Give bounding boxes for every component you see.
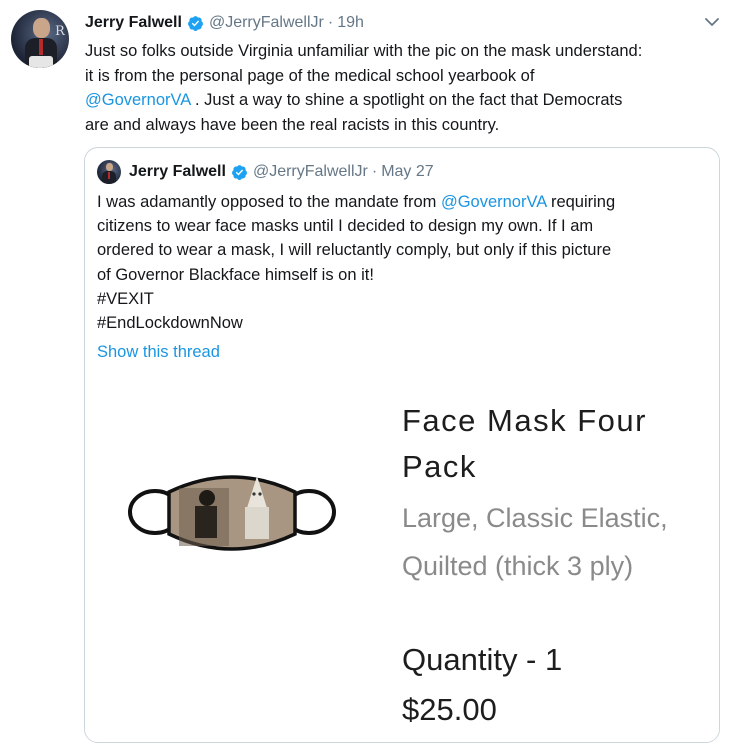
- quoted-mention-link: @GovernorVA: [440, 193, 547, 211]
- verified-badge-icon: [232, 164, 247, 180]
- tweet-timestamp[interactable]: 19h: [337, 14, 364, 32]
- quoted-tweet-card[interactable]: Jerry Falwell @JerryFalwellJr · May 27 I…: [84, 147, 720, 743]
- verified-badge-icon: [188, 15, 203, 31]
- chevron-down-icon[interactable]: [700, 10, 724, 34]
- product-image[interactable]: Face Mask Four Pack Large, Classic Elast…: [85, 374, 719, 742]
- avatar-tie: [39, 39, 43, 55]
- tweet-header: Jerry Falwell @JerryFalwellJr · 19h: [85, 12, 364, 34]
- quoted-tweet-date: May 27: [381, 163, 434, 180]
- quoted-tweet-header: Jerry Falwell @JerryFalwellJr · May 27: [129, 162, 434, 182]
- quoted-author-avatar: [97, 160, 121, 184]
- avatar-podium: [29, 56, 53, 68]
- product-quantity: Quantity - 1: [402, 642, 563, 677]
- product-title: Face Mask Four Pack: [402, 403, 647, 484]
- quoted-text-part1: I was adamantly opposed to the mandate f…: [97, 193, 441, 211]
- avatar-letter: R: [55, 24, 65, 39]
- author-name[interactable]: Jerry Falwell: [85, 14, 182, 32]
- header-separator: ·: [327, 14, 334, 31]
- quoted-text-part2: requiring citizens to wear face masks un…: [97, 193, 616, 333]
- product-price: $25.00: [402, 692, 497, 727]
- face-mask-image: [128, 475, 336, 551]
- quoted-author-handle: @JerryFalwellJr: [252, 163, 368, 180]
- author-handle[interactable]: @JerryFalwellJr: [209, 14, 324, 32]
- quoted-tweet-text: I was adamantly opposed to the mandate f…: [97, 190, 707, 335]
- show-thread-link[interactable]: Show this thread: [97, 343, 220, 362]
- tweet-mention-link[interactable]: @GovernorVA: [85, 91, 190, 109]
- avatar-tie: [108, 172, 110, 179]
- avatar-head: [106, 163, 113, 171]
- quoted-header-separator: ·: [371, 163, 378, 180]
- tweet-text-part1: Just so folks outside Virginia unfamilia…: [85, 42, 643, 85]
- author-avatar[interactable]: R: [11, 10, 69, 68]
- quoted-author-name: Jerry Falwell: [129, 163, 226, 180]
- product-variant: Large, Classic Elastic, Quilted (thick 3…: [402, 503, 668, 581]
- avatar-head: [33, 18, 50, 38]
- tweet-text: Just so folks outside Virginia unfamilia…: [85, 39, 725, 137]
